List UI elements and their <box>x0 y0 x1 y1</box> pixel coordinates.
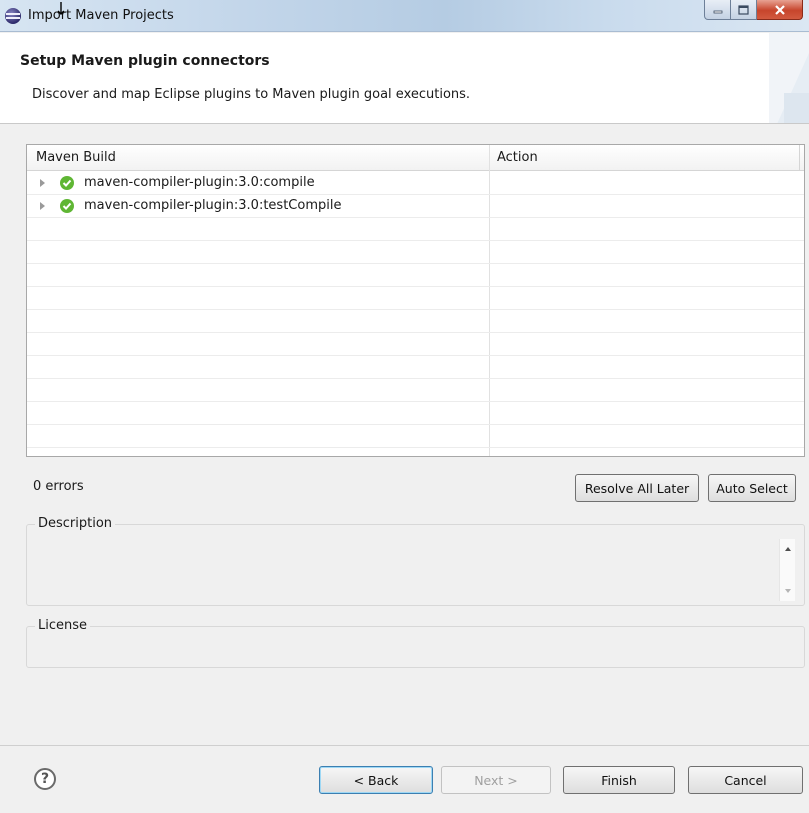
next-button[interactable]: Next > <box>441 766 551 794</box>
empty-row <box>27 448 804 456</box>
page-title: Setup Maven plugin connectors <box>20 53 270 69</box>
page-description: Discover and map Eclipse plugins to Mave… <box>32 87 471 102</box>
expand-arrow-icon[interactable] <box>40 179 45 187</box>
finish-button[interactable]: Finish <box>563 766 675 794</box>
description-label: Description <box>35 516 116 531</box>
maximize-icon <box>738 4 749 15</box>
empty-row <box>27 218 804 241</box>
import-maven-projects-window: Import Maven Projects Setup Maven plugin… <box>0 0 809 813</box>
table-header: Maven Build Action <box>27 145 804 171</box>
cancel-button[interactable]: Cancel <box>688 766 803 794</box>
maximize-button[interactable] <box>731 0 757 20</box>
column-header-action[interactable]: Action <box>497 150 538 165</box>
title-bar[interactable]: Import Maven Projects <box>0 0 809 32</box>
wizard-banner-graphic <box>769 33 809 123</box>
check-circle-icon <box>60 199 74 213</box>
scroll-up-icon[interactable] <box>785 547 791 551</box>
table-rows: maven-compiler-plugin:3.0:compile maven-… <box>27 172 804 456</box>
empty-row <box>27 287 804 310</box>
empty-row <box>27 356 804 379</box>
empty-row <box>27 241 804 264</box>
wizard-header: Setup Maven plugin connectors Discover a… <box>0 33 809 124</box>
minimize-icon <box>713 10 722 13</box>
close-icon <box>774 4 785 15</box>
auto-select-button[interactable]: Auto Select <box>708 474 796 502</box>
scroll-down-icon[interactable] <box>785 589 791 593</box>
description-scrollbar[interactable] <box>779 539 795 601</box>
column-header-maven-build[interactable]: Maven Build <box>36 150 116 165</box>
description-group: Description <box>26 516 805 606</box>
close-button[interactable] <box>757 0 803 20</box>
empty-row <box>27 310 804 333</box>
empty-row <box>27 264 804 287</box>
check-circle-icon <box>60 176 74 190</box>
footer-divider <box>0 745 809 746</box>
window-title: Import Maven Projects <box>28 8 174 23</box>
empty-row <box>27 402 804 425</box>
resolve-all-later-button[interactable]: Resolve All Later <box>575 474 699 502</box>
empty-row <box>27 425 804 448</box>
error-count: 0 errors <box>33 479 84 494</box>
table-row[interactable]: maven-compiler-plugin:3.0:compile <box>27 172 804 195</box>
mouse-cursor-icon <box>57 2 65 15</box>
row-label: maven-compiler-plugin:3.0:compile <box>84 175 315 190</box>
empty-row <box>27 379 804 402</box>
row-label: maven-compiler-plugin:3.0:testCompile <box>84 198 342 213</box>
eclipse-icon <box>5 8 21 24</box>
minimize-button[interactable] <box>704 0 731 20</box>
back-button[interactable]: < Back <box>319 766 433 794</box>
column-divider <box>799 145 800 171</box>
license-group: License <box>26 618 805 668</box>
help-icon[interactable]: ? <box>34 768 56 790</box>
license-label: License <box>35 618 91 633</box>
expand-arrow-icon[interactable] <box>40 202 45 210</box>
empty-row <box>27 333 804 356</box>
maven-build-table[interactable]: Maven Build Action maven-compiler-plugin… <box>26 144 805 457</box>
table-row[interactable]: maven-compiler-plugin:3.0:testCompile <box>27 195 804 218</box>
window-controls <box>704 0 803 22</box>
